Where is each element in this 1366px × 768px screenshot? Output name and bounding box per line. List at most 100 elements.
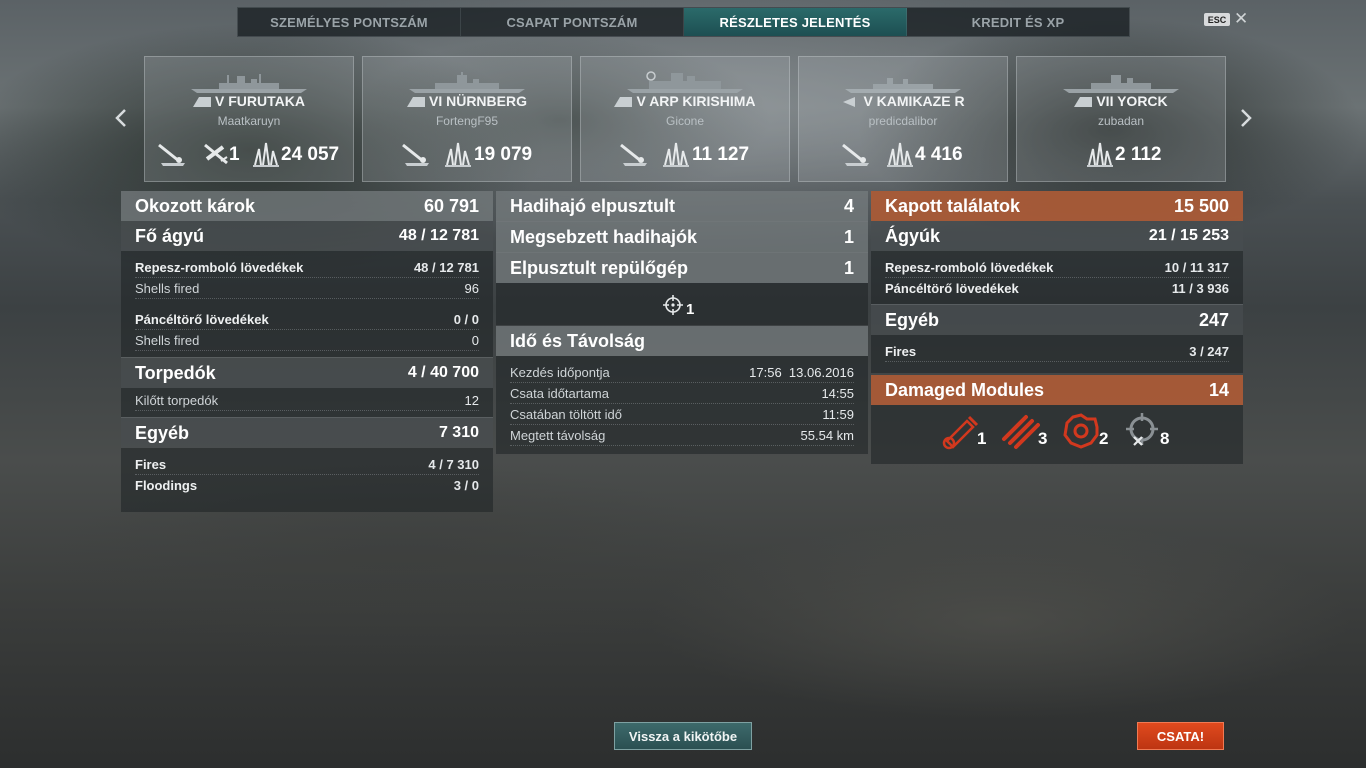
received-he-value: 10 / 11 317: [1164, 259, 1229, 275]
crosshair-icon: [663, 295, 683, 315]
he-shells-value: 48 / 12 781: [413, 259, 479, 275]
aa-module-destroyed-icon: [1126, 413, 1158, 446]
battle-button[interactable]: CSATA!: [1137, 722, 1224, 750]
other-damage-value: 7 310: [438, 424, 479, 441]
ship-name: V FURUTAKA: [215, 93, 305, 109]
ship-silhouette-icon: [409, 72, 525, 93]
close-icon[interactable]: ✕: [1234, 9, 1248, 29]
floodings-value: 3 / 0: [453, 477, 479, 493]
scroll-left-arrow-icon[interactable]: [111, 104, 131, 132]
ship-card[interactable]: V ARP KIRISHIMA Gicone 11 127: [580, 56, 790, 182]
ships-destroyed-label: Hadihajó elpusztult: [510, 195, 676, 216]
fires-value: 4 / 7 310: [428, 456, 479, 472]
module-item: 3: [1000, 411, 1060, 455]
time-distance-panel: Idő és Távolság Kezdés időpontja 17:56 1…: [496, 326, 868, 454]
planes-shot-down-value: 1: [229, 144, 240, 165]
ap-shells-label: Páncéltörő lövedékek: [135, 311, 269, 327]
module-count: 3: [1038, 429, 1048, 448]
battleship-class-icon: [614, 97, 633, 107]
torpedoes-label: Torpedók: [135, 362, 216, 383]
distance-travelled-label: Megtett távolság: [510, 427, 606, 443]
received-guns-value: 21 / 15 253: [1148, 227, 1229, 244]
player-name: predicdalibor: [868, 114, 938, 128]
ship-name: VI NÜRNBERG: [428, 93, 527, 109]
main-guns-label: Fő ágyú: [135, 225, 205, 246]
floodings-label: Floodings: [135, 477, 198, 493]
received-he-label: Repesz-romboló lövedékek: [885, 259, 1054, 275]
torpedoes-launched-value: 12: [464, 392, 479, 408]
player-name: zubadan: [1097, 114, 1145, 128]
tab-detailed-report[interactable]: RÉSZLETES JELENTÉS: [684, 8, 907, 36]
player-name: Maatkaruyn: [217, 114, 281, 128]
scroll-right-arrow-icon[interactable]: [1236, 104, 1256, 132]
he-shells-fired-label: Shells fired: [135, 280, 200, 296]
start-time-value: 17:56 13.06.2016: [749, 364, 854, 380]
fires-label: Fires: [135, 456, 167, 472]
module-item: 2: [1061, 411, 1121, 455]
damage-splash-icon: [1087, 142, 1113, 167]
received-ap-value: 11 / 3 936: [1171, 280, 1229, 296]
received-guns-label: Ágyúk: [885, 225, 941, 246]
esc-key-hint: ESC: [1204, 13, 1230, 26]
damage-splash-icon: [253, 142, 279, 167]
module-count: 1: [977, 429, 987, 448]
damage-dealt-total: 60 791: [423, 195, 479, 216]
ships-damaged-value: 1: [843, 226, 854, 247]
module-item: 8: [1122, 411, 1182, 455]
damaged-modules-total: 14: [1208, 379, 1229, 400]
player-name: Gicone: [665, 114, 705, 128]
module-item: 1: [939, 411, 999, 455]
cruiser-class-icon: [193, 97, 212, 107]
damage-value: 2 112: [1115, 144, 1162, 165]
he-shells-fired-value: 96: [464, 280, 479, 296]
distance-travelled-value: 55.54 km: [800, 427, 854, 443]
start-time-label: Kezdés időpontja: [510, 364, 610, 380]
ship-silhouette-icon: [191, 74, 307, 93]
crosshair-count: 1: [686, 301, 695, 318]
ship-silhouette-icon: [845, 78, 961, 93]
player-name: FortengF95: [435, 114, 499, 128]
ship-card[interactable]: VII YORCK zubadan 2 112: [1016, 56, 1226, 182]
tab-team-score[interactable]: CSAPAT PONTSZÁM: [461, 8, 684, 36]
report-tabs: SZEMÉLYES PONTSZÁM CSAPAT PONTSZÁM RÉSZL…: [237, 7, 1130, 37]
torpedo-hit-icon: [842, 143, 869, 166]
damage-value: 24 057: [281, 144, 340, 165]
battle-duration-value: 14:55: [821, 385, 854, 401]
kills-panel: Hadihajó elpusztult 4 Megsebzett hadihaj…: [496, 191, 868, 325]
hits-received-total: 15 500: [1173, 195, 1229, 216]
tab-credits-xp[interactable]: KREDIT ÉS XP: [907, 8, 1129, 36]
damage-value: 4 416: [915, 144, 963, 165]
ship-name: V KAMIKAZE R: [863, 93, 965, 109]
other-damage-label: Egyéb: [135, 422, 190, 443]
ap-shells-fired-value: 0: [471, 332, 479, 348]
torpedo-hit-icon: [620, 143, 647, 166]
hits-received-panel: Kapott találatok 15 500 Ágyúk 21 / 15 25…: [871, 191, 1243, 373]
ship-card[interactable]: VI NÜRNBERG FortengF95 19 079: [362, 56, 572, 182]
received-other-label: Egyéb: [885, 309, 940, 330]
torpedo-tubes-module-icon: [1002, 415, 1040, 449]
damaged-modules-title: Damaged Modules: [885, 379, 1045, 400]
ship-silhouette-icon: [627, 71, 743, 93]
engine-module-icon: [1063, 413, 1099, 449]
back-to-port-button[interactable]: Vissza a kikötőbe: [614, 722, 752, 750]
module-count: 8: [1160, 429, 1170, 448]
time-distance-title: Idő és Távolság: [510, 330, 646, 351]
ship-name: V ARP KIRISHIMA: [636, 93, 756, 109]
received-other-value: 247: [1198, 309, 1229, 330]
damage-value: 19 079: [474, 144, 533, 165]
ships-damaged-label: Megsebzett hadihajók: [510, 226, 698, 247]
ap-shells-fired-label: Shells fired: [135, 332, 200, 348]
received-fires-label: Fires: [885, 343, 917, 359]
battle-duration-label: Csata időtartama: [510, 385, 609, 401]
damage-splash-icon: [663, 142, 689, 167]
ships-destroyed-value: 4: [843, 195, 854, 216]
damaged-modules-panel: Damaged Modules 14 1 3 2 8: [871, 375, 1243, 464]
destroyer-class-icon: [843, 97, 856, 107]
ship-silhouette-icon: [1063, 75, 1179, 93]
main-guns-value: 48 / 12 781: [398, 227, 479, 244]
tab-personal-score[interactable]: SZEMÉLYES PONTSZÁM: [238, 8, 461, 36]
damage-dealt-title: Okozott károk: [135, 195, 256, 216]
received-ap-label: Páncéltörő lövedékek: [885, 280, 1019, 296]
ship-card[interactable]: V KAMIKAZE R predicdalibor 4 416: [798, 56, 1008, 182]
ship-card[interactable]: V FURUTAKA Maatkaruyn 1 24 057: [144, 56, 354, 182]
